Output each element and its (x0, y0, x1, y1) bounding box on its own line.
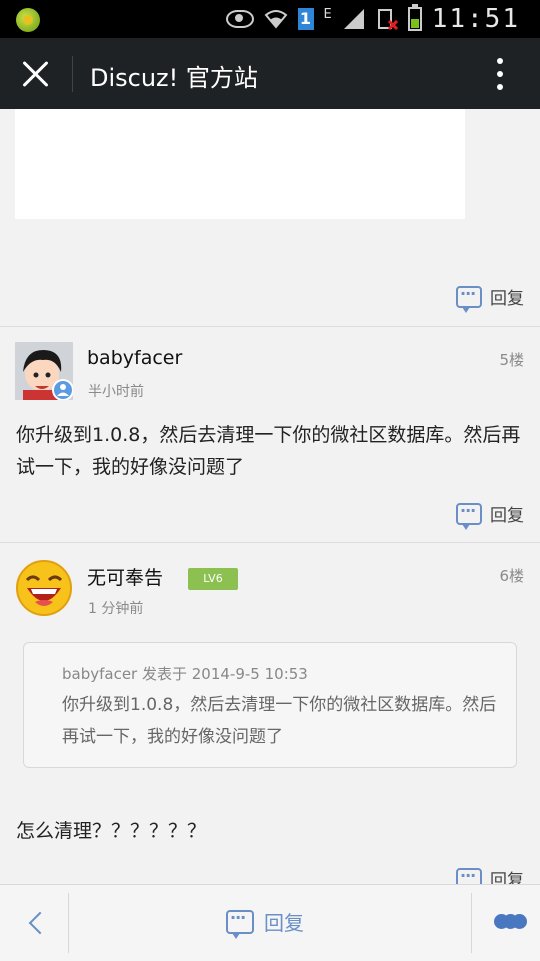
post-floor: 6楼 (499, 567, 524, 585)
quote-text: 你升级到1.0.8，然后去清理一下你的微社区数据库。然后再试一下，我的好像没问题… (62, 695, 497, 747)
thread-content[interactable]: 回复 babyfacer 半小时前 5楼 你升级到1.0.8，然后去清理一下你的… (0, 109, 540, 884)
post-floor: 5楼 (499, 351, 524, 369)
post-author[interactable]: 无可奉告 (87, 563, 163, 590)
reply-button[interactable]: 回复 (226, 907, 304, 939)
clock: 11:51 (431, 4, 520, 34)
reply-label: 回复 (490, 506, 524, 526)
toolbar-divider (68, 893, 69, 953)
post-image (15, 109, 465, 219)
comment-icon (456, 866, 482, 884)
avatar[interactable] (15, 558, 73, 616)
toolbar-divider (471, 893, 472, 953)
close-icon[interactable] (20, 59, 52, 91)
reply-button[interactable]: 回复 (456, 866, 524, 884)
reply-label: 回复 (264, 911, 304, 935)
reply-label: 回复 (490, 871, 524, 884)
divider (0, 542, 540, 543)
quote-meta: babyfacer 发表于 2014-9-5 10:53 (62, 665, 308, 683)
quote-block: babyfacer 发表于 2014-9-5 10:53 你升级到1.0.8，然… (23, 642, 517, 768)
reply-label: 回复 (490, 289, 524, 309)
status-icons: 1 E 11:51 (225, 4, 521, 34)
sim-badge: 1 (297, 8, 314, 30)
post-body: 你升级到1.0.8，然后去清理一下你的微社区数据库。然后再试一下，我的好像没问题… (16, 424, 521, 478)
bottom-toolbar: 回复 (0, 884, 540, 961)
app-notification-icon (16, 8, 40, 32)
reply-button[interactable]: 回复 (456, 284, 524, 313)
reply-button[interactable]: 回复 (456, 501, 524, 530)
post-time: 1 分钟前 (88, 601, 144, 617)
post-time: 半小时前 (88, 384, 144, 400)
battery-icon (407, 4, 422, 31)
eye-icon (225, 10, 254, 28)
signal-icon (342, 7, 366, 31)
page-title: Discuz! 官方站 (90, 64, 258, 92)
post-body: 怎么清理？？？？？？ (16, 820, 207, 842)
post-author[interactable]: babyfacer (87, 347, 182, 369)
signal-no-sim-icon (376, 7, 398, 31)
level-badge: LV6 (188, 568, 238, 590)
wifi-icon (264, 9, 288, 29)
avatar[interactable] (15, 342, 74, 401)
status-bar: 1 E 11:51 (0, 0, 540, 38)
back-arrow-icon[interactable] (26, 911, 46, 937)
comment-icon (456, 501, 482, 530)
more-menu-icon[interactable] (490, 56, 510, 92)
title-divider (72, 56, 73, 92)
network-type-label: E (323, 6, 332, 22)
divider (0, 326, 540, 327)
more-dots-icon[interactable] (494, 914, 527, 930)
comment-icon (226, 908, 254, 939)
title-bar: Discuz! 官方站 (0, 38, 540, 109)
comment-icon (456, 284, 482, 313)
